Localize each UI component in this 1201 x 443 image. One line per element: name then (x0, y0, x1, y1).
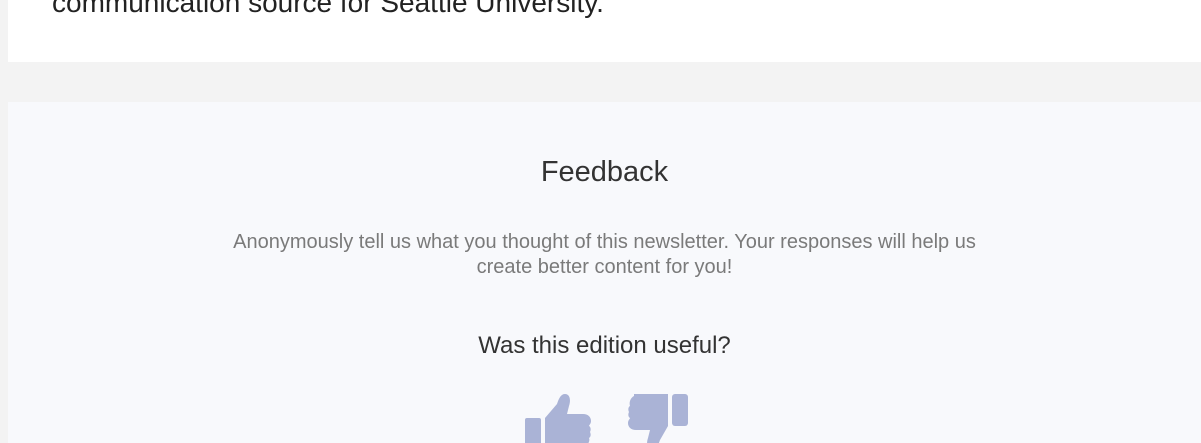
intro-card: communication source for Seattle Univers… (8, 0, 1201, 62)
thumbs-up-icon (525, 394, 591, 443)
thumbs-down-button[interactable] (624, 392, 694, 443)
thumbs-up-button[interactable] (523, 392, 593, 443)
feedback-panel: Feedback Anonymously tell us what you th… (8, 102, 1201, 443)
thumbs-down-icon (628, 394, 688, 443)
feedback-question: Was this edition useful? (478, 332, 731, 359)
feedback-description: Anonymously tell us what you thought of … (233, 231, 976, 278)
feedback-title: Feedback (540, 156, 669, 188)
intro-text: communication source for Seattle Univers… (52, 0, 604, 18)
vote-row (8, 392, 1201, 443)
